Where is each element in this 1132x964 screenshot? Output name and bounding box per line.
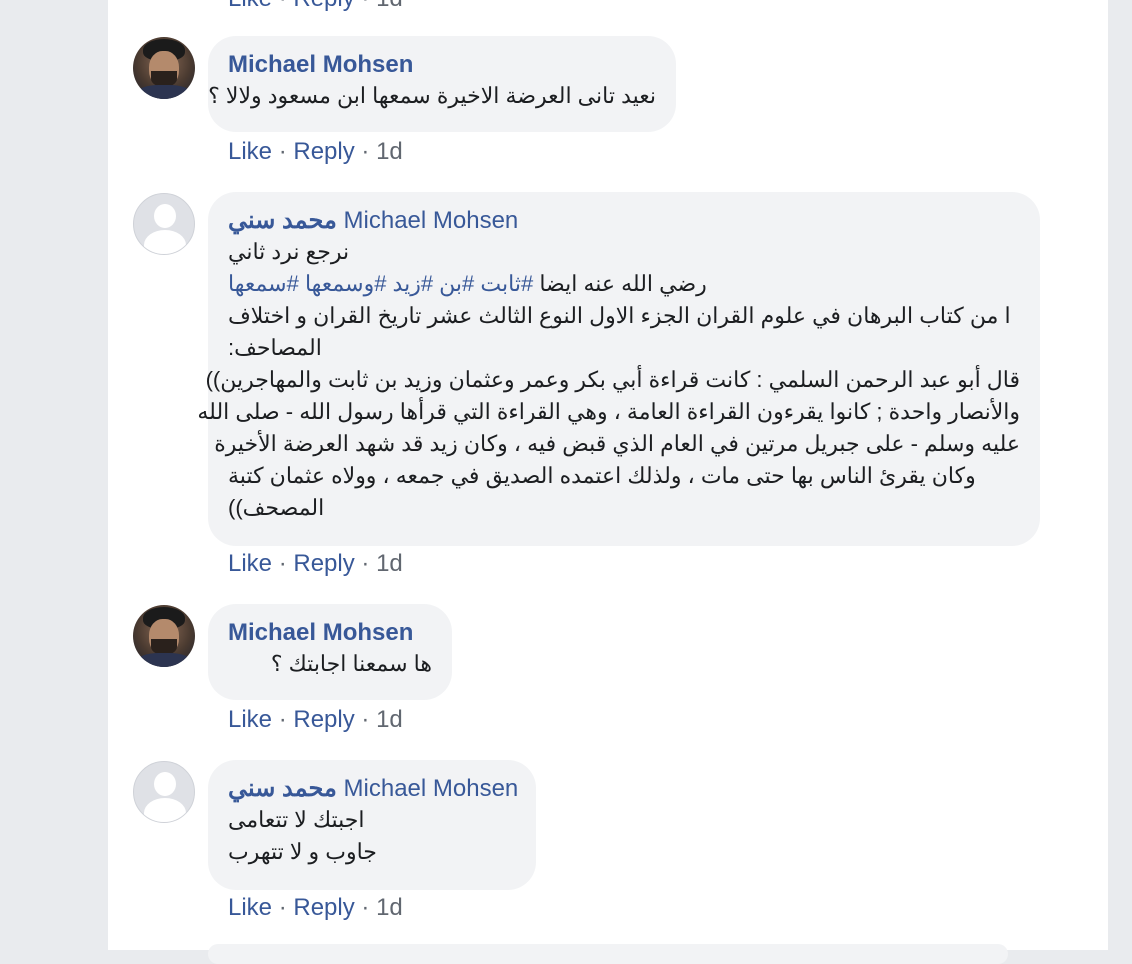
separator-dot: · bbox=[361, 0, 376, 12]
default-avatar-icon[interactable] bbox=[133, 193, 195, 255]
comment-bubble: محمد سني Michael Mohsen نرجع نرد ثاني رض… bbox=[197, 192, 1040, 546]
separator-dot: · bbox=[361, 550, 377, 577]
comment-line: قال أبو عبد الرحمن السلمي : كانت قراءة أ… bbox=[205, 367, 1020, 392]
comment-actions: Like · Reply · 1d bbox=[228, 549, 403, 579]
comment-text: نرجع نرد ثاني رضي الله عنه ايضا #ثابت #ب… bbox=[197, 236, 1020, 524]
comment-text: ها سمعنا اجابتك ؟ bbox=[270, 651, 432, 676]
comment-line: جاوب و لا تتهرب bbox=[228, 839, 377, 864]
comment-header: محمد سني Michael Mohsen bbox=[228, 774, 519, 804]
separator-dot: · bbox=[278, 138, 294, 165]
comment-line: المصحف)) bbox=[228, 495, 325, 520]
separator-dot: · bbox=[279, 0, 294, 12]
comment-timestamp[interactable]: 1d bbox=[376, 0, 403, 12]
comment-actions: Like · Reply · 1d bbox=[228, 893, 403, 923]
comment-bubble-cropped bbox=[208, 944, 1008, 964]
comment-bubble: محمد سني Michael Mohsen اجبتك لا تتعامى … bbox=[208, 760, 536, 890]
comment-bubble: Michael Mohsen نعيد تانى العرضة الاخيرة … bbox=[208, 36, 676, 132]
like-link[interactable]: Like bbox=[228, 706, 272, 733]
reply-link[interactable]: Reply bbox=[293, 706, 354, 733]
comment-text: اجبتك لا تتعامى جاوب و لا تتهرب bbox=[228, 804, 516, 868]
comment-actions: Like · Reply · 1d bbox=[228, 137, 403, 167]
comment-line: اجبتك لا تتعامى bbox=[228, 807, 365, 832]
reply-link[interactable]: Reply bbox=[293, 138, 354, 165]
hashtag-links[interactable]: #ثابت #بن #زيد #وسمعها #سمعها bbox=[228, 271, 533, 296]
comment-timestamp[interactable]: 1d bbox=[376, 138, 403, 165]
separator-dot: · bbox=[361, 138, 377, 165]
comment-timestamp[interactable]: 1d bbox=[376, 550, 403, 577]
comment-line: رضي الله عنه ايضا #ثابت #بن #زيد #وسمعها… bbox=[228, 268, 1020, 300]
comment-author[interactable]: Michael Mohsen bbox=[228, 50, 656, 80]
separator-dot: · bbox=[278, 894, 294, 921]
like-link[interactable]: Like bbox=[228, 550, 272, 577]
comment-actions: Like · Reply · 1d bbox=[228, 705, 403, 735]
tagged-user[interactable]: Michael Mohsen bbox=[344, 775, 519, 802]
user-photo-icon[interactable] bbox=[133, 605, 195, 667]
like-link[interactable]: Like bbox=[228, 894, 272, 921]
separator-dot: · bbox=[361, 894, 377, 921]
like-link[interactable]: Like bbox=[228, 0, 272, 12]
comment-line: ا من كتاب البرهان في علوم القران الجزء ا… bbox=[228, 303, 1011, 328]
comment-line: عليه وسلم - على جبريل مرتين في العام الذ… bbox=[214, 431, 1020, 456]
reply-link[interactable]: Reply bbox=[293, 894, 354, 921]
default-avatar-icon[interactable] bbox=[133, 761, 195, 823]
comment-text: نعيد تانى العرضة الاخيرة سمعها ابن مسعود… bbox=[208, 83, 656, 108]
reply-link[interactable]: Reply bbox=[293, 0, 354, 12]
user-photo-icon[interactable] bbox=[133, 37, 195, 99]
comment-line-text: رضي الله عنه ايضا bbox=[539, 271, 707, 296]
separator-dot: · bbox=[361, 706, 377, 733]
tagged-user[interactable]: Michael Mohsen bbox=[344, 207, 519, 234]
like-link[interactable]: Like bbox=[228, 138, 272, 165]
comment-author[interactable]: محمد سني bbox=[228, 207, 337, 234]
comment-line: والأنصار واحدة ; كانوا يقرءون القراءة ال… bbox=[197, 399, 1020, 424]
comment-line: نرجع نرد ثاني bbox=[228, 239, 350, 264]
comment-actions-top: Like · Reply · 1d bbox=[228, 0, 403, 14]
comment-bubble: Michael Mohsen ها سمعنا اجابتك ؟ bbox=[208, 604, 452, 700]
comment-header: محمد سني Michael Mohsen bbox=[228, 206, 1020, 236]
comment-timestamp[interactable]: 1d bbox=[376, 706, 403, 733]
comment-author[interactable]: Michael Mohsen bbox=[228, 618, 432, 648]
separator-dot: · bbox=[278, 550, 294, 577]
reply-link[interactable]: Reply bbox=[293, 550, 354, 577]
comment-line: المصاحف: bbox=[228, 335, 322, 360]
separator-dot: · bbox=[278, 706, 294, 733]
comment-timestamp[interactable]: 1d bbox=[376, 894, 403, 921]
comment-line: وكان يقرئ الناس بها حتى مات ، ولذلك اعتم… bbox=[228, 463, 976, 488]
comment-author[interactable]: محمد سني bbox=[228, 775, 337, 802]
